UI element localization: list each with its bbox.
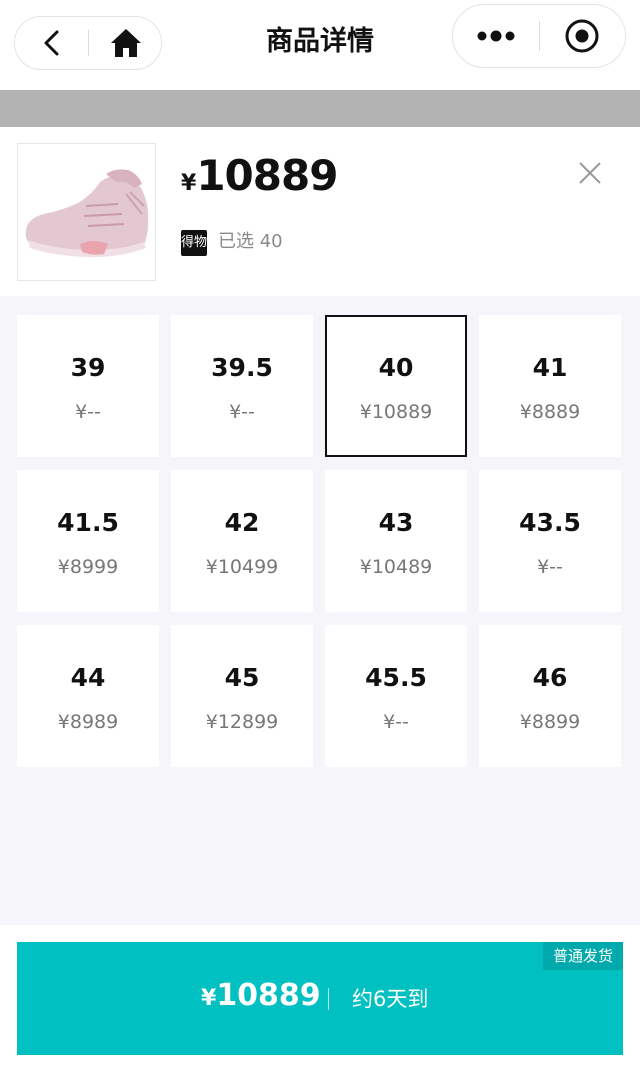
- size-label: 46: [532, 663, 568, 692]
- size-label: 39.5: [211, 353, 273, 382]
- size-option-41[interactable]: 41 ¥8889: [479, 315, 621, 457]
- size-option-39[interactable]: 39 ¥--: [17, 315, 159, 457]
- target-circle-icon: [565, 19, 599, 53]
- size-option-41-5[interactable]: 41.5 ¥8999: [17, 470, 159, 612]
- size-option-42[interactable]: 42 ¥10499: [171, 470, 313, 612]
- size-price: ¥8889: [519, 401, 581, 423]
- product-price: ¥10889: [181, 151, 338, 200]
- size-option-40[interactable]: 40 ¥10889: [325, 315, 467, 457]
- size-price: ¥--: [229, 401, 255, 423]
- selected-size-text: 已选 40: [218, 231, 283, 252]
- size-label: 45.5: [365, 663, 427, 692]
- size-price: ¥--: [537, 556, 563, 578]
- size-label: 43: [378, 508, 414, 537]
- size-option-46[interactable]: 46 ¥8899: [479, 625, 621, 767]
- size-selector: 39 ¥-- 39.5 ¥-- 40 ¥10889 41 ¥8889 41.5 ¥8999 42 ¥1…: [0, 296, 640, 925]
- buy-currency: ¥: [201, 986, 217, 1011]
- back-button[interactable]: [15, 17, 89, 69]
- size-price: ¥--: [383, 711, 409, 733]
- size-label: 44: [70, 663, 106, 692]
- product-header: ¥10889 得物 已选 40: [0, 127, 640, 296]
- size-price: ¥10889: [359, 401, 433, 423]
- sneaker-image: [25, 169, 149, 258]
- shipping-type-tag: 普通发货: [542, 942, 623, 970]
- dimmed-backdrop: [0, 90, 640, 127]
- chevron-left-icon: [44, 30, 59, 56]
- bottom-bar: 普通发货 ¥10889 约6天到: [0, 925, 640, 1089]
- size-price: ¥12899: [205, 711, 279, 733]
- size-option-43-5[interactable]: 43.5 ¥--: [479, 470, 621, 612]
- close-panel-button[interactable]: [574, 157, 606, 189]
- buy-separator: [328, 988, 329, 1010]
- size-price: ¥10499: [205, 556, 279, 578]
- brand-badge: 得物: [181, 230, 207, 256]
- more-button[interactable]: [453, 5, 539, 67]
- size-option-45[interactable]: 45 ¥12899: [171, 625, 313, 767]
- size-label: 39: [70, 353, 106, 382]
- size-price: ¥8999: [57, 556, 119, 578]
- more-dots-icon: [477, 30, 515, 42]
- product-thumbnail: [17, 143, 156, 281]
- size-label: 45: [224, 663, 260, 692]
- size-label: 43.5: [519, 508, 581, 537]
- price-value: 10889: [196, 151, 338, 200]
- close-miniprogram-button[interactable]: [539, 5, 625, 67]
- top-nav-bar: 商品详情: [0, 0, 640, 90]
- size-option-45-5[interactable]: 45.5 ¥--: [325, 625, 467, 767]
- size-option-43[interactable]: 43 ¥10489: [325, 470, 467, 612]
- close-icon: [579, 162, 601, 184]
- currency-symbol: ¥: [181, 171, 197, 196]
- size-price: ¥8989: [57, 711, 119, 733]
- home-button[interactable]: [89, 17, 163, 69]
- size-label: 42: [224, 508, 260, 537]
- buy-price-value: 10889: [216, 978, 321, 1013]
- size-option-39-5[interactable]: 39.5 ¥--: [171, 315, 313, 457]
- delivery-eta: 约6天到: [352, 987, 429, 1011]
- page-title: 商品详情: [266, 26, 374, 57]
- size-option-44[interactable]: 44 ¥8989: [17, 625, 159, 767]
- size-grid: 39 ¥-- 39.5 ¥-- 40 ¥10889 41 ¥8889 41.5 ¥8999 42 ¥1…: [17, 315, 624, 767]
- size-price: ¥8899: [519, 711, 581, 733]
- size-price: ¥--: [75, 401, 101, 423]
- capsule-menu: [452, 4, 626, 68]
- nav-button-group: [14, 16, 162, 70]
- size-label: 41: [532, 353, 568, 382]
- size-label: 40: [378, 353, 414, 382]
- size-price: ¥10489: [359, 556, 433, 578]
- size-label: 41.5: [57, 508, 119, 537]
- home-icon: [111, 29, 141, 57]
- buy-button[interactable]: 普通发货 ¥10889 约6天到: [17, 942, 623, 1055]
- buy-price: ¥10889: [201, 978, 321, 1013]
